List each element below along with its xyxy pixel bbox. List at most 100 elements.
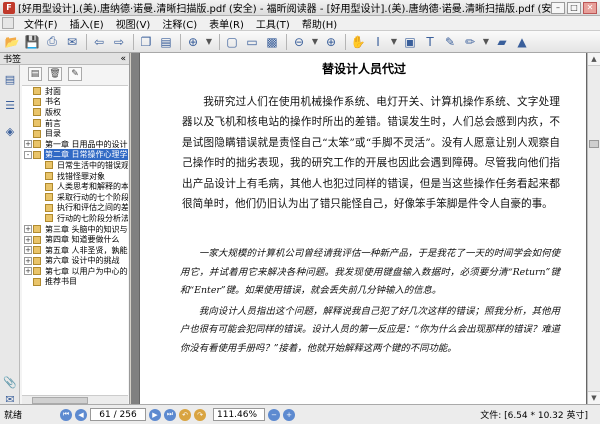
bookmark-item[interactable]: 采取行动的七个阶段: [22, 192, 128, 203]
panel-title: 书签: [3, 55, 22, 65]
open-icon[interactable]: 📂: [3, 33, 21, 51]
collapse-icon[interactable]: -: [24, 150, 32, 159]
email-icon[interactable]: ✉: [63, 33, 81, 51]
expand-icon[interactable]: +: [24, 140, 32, 149]
menu-help[interactable]: 帮助(H): [296, 16, 343, 31]
bookmark-label: 第七章 以用户为中心的设计: [45, 266, 128, 276]
bookmark-item[interactable]: + 第六章 设计中的挑战: [22, 256, 128, 267]
forward-view-icon[interactable]: ↷: [194, 408, 206, 421]
zoom-in-icon[interactable]: +: [283, 408, 295, 421]
next-page-icon[interactable]: ▶: [149, 408, 161, 421]
scroll-down-icon[interactable]: ▼: [588, 391, 600, 404]
page-number-field[interactable]: 61 / 256: [90, 408, 146, 421]
back-icon[interactable]: ⇦: [90, 33, 108, 51]
bookmark-icon: [45, 203, 53, 212]
bookmark-icon: [33, 119, 41, 128]
bookmark-item[interactable]: 书名: [22, 97, 128, 108]
collapse-icon[interactable]: «: [120, 54, 126, 64]
document-icon[interactable]: [2, 17, 14, 29]
vertical-scrollbar[interactable]: ▲ ▼: [587, 53, 600, 404]
menu-tools[interactable]: 工具(T): [250, 16, 296, 31]
bookmark-item[interactable]: 日常生活中的错误观念: [22, 160, 128, 171]
expand-icon[interactable]: +: [24, 225, 32, 234]
bookmark-item[interactable]: 执行和评估之间的差距: [22, 203, 128, 214]
prev-page-icon[interactable]: ◀: [75, 408, 87, 421]
bookmarks-tab-icon[interactable]: ☰: [2, 95, 18, 115]
bookmark-item[interactable]: + 第四章 知道要做什么: [22, 234, 128, 245]
expand-icon[interactable]: +: [24, 246, 32, 255]
horizontal-scrollbar[interactable]: [22, 395, 128, 404]
bookmark-item[interactable]: 前言: [22, 118, 128, 129]
note-icon[interactable]: ✎: [441, 33, 459, 51]
first-page-icon[interactable]: ⏮: [60, 408, 72, 421]
expand-icon[interactable]: +: [24, 235, 32, 244]
expand-all-icon[interactable]: ▤: [28, 67, 42, 81]
bookmark-icon: [33, 267, 41, 276]
pages-tab-icon[interactable]: ▤: [2, 69, 18, 89]
forward-icon[interactable]: ⇨: [110, 33, 128, 51]
bookmark-item[interactable]: 封面: [22, 86, 128, 97]
bookmark-item[interactable]: + 第三章 头脑中的知识与外界: [22, 224, 128, 235]
scroll-up-icon[interactable]: ▲: [588, 53, 600, 66]
chevron-down-icon[interactable]: ▼: [389, 33, 399, 51]
minimize-button[interactable]: –: [551, 1, 565, 14]
select-text-icon[interactable]: I: [369, 33, 387, 51]
bookmark-item[interactable]: 行动的七阶段分析法: [22, 213, 128, 224]
menu-file[interactable]: 文件(F): [18, 16, 64, 31]
zoom-in-icon[interactable]: ⊕: [184, 33, 202, 51]
expand-icon[interactable]: +: [24, 267, 32, 276]
snapshot-icon[interactable]: ▣: [401, 33, 419, 51]
pencil-icon[interactable]: ✏: [461, 33, 479, 51]
bookmark-icon: [33, 97, 41, 106]
chevron-down-icon[interactable]: ▼: [310, 33, 320, 51]
scroll-thumb[interactable]: [589, 140, 599, 149]
hand-tool-icon[interactable]: ✋: [349, 33, 367, 51]
bookmark-item[interactable]: - 第二章 日常操作心理学: [22, 149, 128, 161]
bookmark-label: 封面: [45, 86, 61, 96]
bookmark-item[interactable]: 推荐书目: [22, 277, 128, 288]
zoom-field[interactable]: 111.46%: [213, 408, 265, 421]
back-view-icon[interactable]: ↶: [179, 408, 191, 421]
actual-size-icon[interactable]: ▢: [223, 33, 241, 51]
last-page-icon[interactable]: ⏭: [164, 408, 176, 421]
delete-bookmark-icon[interactable]: 🗑: [48, 67, 62, 81]
copy-icon[interactable]: ❐: [137, 33, 155, 51]
menu-insert[interactable]: 插入(E): [64, 16, 110, 31]
save-icon[interactable]: 💾: [23, 33, 41, 51]
menu-form[interactable]: 表单(R): [203, 16, 250, 31]
bookmark-label: 人类思考和解释的本质: [57, 182, 128, 192]
typewriter-icon[interactable]: T: [421, 33, 439, 51]
bookmark-icon: [33, 256, 41, 265]
paste-icon[interactable]: ▤: [157, 33, 175, 51]
fit-width-icon[interactable]: ▩: [263, 33, 281, 51]
new-bookmark-icon[interactable]: ✎: [68, 67, 82, 81]
layers-tab-icon[interactable]: ◈: [2, 121, 18, 141]
print-icon[interactable]: ⎙: [43, 33, 61, 51]
bookmark-label: 前言: [45, 118, 61, 128]
stamp-icon[interactable]: ▲: [513, 33, 531, 51]
bookmark-item[interactable]: 找错怪罪对象: [22, 171, 128, 182]
bookmark-item[interactable]: 人类思考和解释的本质: [22, 181, 128, 192]
bookmark-icon: [33, 129, 41, 138]
bookmark-icon: [33, 140, 41, 149]
highlight-icon[interactable]: ▰: [493, 33, 511, 51]
quote-paragraph: 一家大规模的计算机公司曾经请我评估一种新产品，于是我花了一天的时间学会如何使用它…: [180, 248, 560, 297]
expand-icon[interactable]: +: [24, 256, 32, 265]
bookmark-item[interactable]: + 第一章 日用品中的设计: [22, 139, 128, 150]
maximize-button[interactable]: □: [567, 1, 581, 14]
chevron-down-icon[interactable]: ▼: [481, 33, 491, 51]
bookmark-item[interactable]: 目录: [22, 128, 128, 139]
fit-page-icon[interactable]: ▭: [243, 33, 261, 51]
zoom-in-icon[interactable]: ⊕: [322, 33, 340, 51]
separator: [219, 33, 220, 50]
bookmark-item[interactable]: + 第五章 人非圣贤，孰能无过: [22, 245, 128, 256]
close-button[interactable]: ✕: [583, 1, 597, 14]
chevron-down-icon[interactable]: ▼: [204, 33, 214, 51]
zoom-out-icon[interactable]: ⊖: [290, 33, 308, 51]
menu-view[interactable]: 视图(V): [110, 16, 157, 31]
bookmark-item[interactable]: + 第七章 以用户为中心的设计: [22, 266, 128, 277]
menu-comment[interactable]: 注释(C): [156, 16, 203, 31]
bookmark-item[interactable]: 版权: [22, 107, 128, 118]
zoom-out-icon[interactable]: −: [268, 408, 280, 421]
bookmark-icon: [33, 87, 41, 96]
